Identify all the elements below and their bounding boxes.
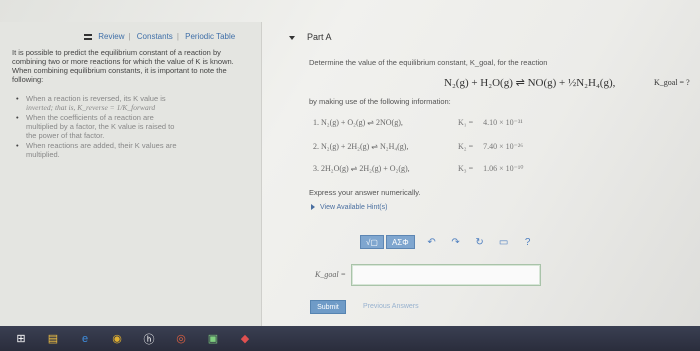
keyboard-icon[interactable]: ▭ bbox=[495, 235, 513, 249]
part-header[interactable]: Part A bbox=[289, 32, 332, 42]
hp-icon[interactable]: ⓗ bbox=[138, 330, 160, 348]
answer-toolbar: √▢ ΑΣΦ ↶ ↷ ↻ ▭ ? bbox=[360, 234, 537, 250]
answer-label: K_goal = bbox=[315, 270, 346, 279]
instruction-text: Express your answer numerically. bbox=[309, 188, 421, 197]
list-icon bbox=[84, 33, 92, 40]
reaction-3: 3. 2H₂O(g) ⇌ 2H₂(g) + O₂(g), bbox=[313, 164, 410, 173]
undo-icon[interactable]: ↶ bbox=[423, 235, 441, 249]
symbols-button[interactable]: ΑΣΦ bbox=[385, 235, 415, 249]
rules-list: When a reaction is reversed, its K value… bbox=[16, 94, 236, 160]
edge-icon[interactable]: e bbox=[74, 330, 96, 348]
answer-input[interactable] bbox=[351, 264, 541, 286]
reaction-1: 1. N₂(g) + O₂(g) ⇌ 2NO(g), bbox=[313, 118, 403, 127]
redo-icon[interactable]: ↷ bbox=[447, 235, 465, 249]
reset-icon[interactable]: ↻ bbox=[471, 235, 489, 249]
goal-equation: N₂(g) + H₂O(g) ⇌ NO(g) + ½N₂H₄(g), bbox=[444, 77, 616, 89]
help-icon[interactable]: ? bbox=[519, 235, 537, 249]
taskbar: ⊞ ▤ e ◉ ⓗ ◎ ▣ ◆ bbox=[0, 326, 700, 351]
file-explorer-icon[interactable]: ▤ bbox=[42, 330, 64, 348]
list-item: When reactions are added, their K values… bbox=[16, 141, 236, 159]
k2-value: K₂ = 7.40 × 10⁻²⁶ bbox=[458, 142, 523, 151]
reaction-2: 2. N₂(g) + 2H₂(g) ⇌ N₂H₄(g), bbox=[313, 142, 409, 151]
goal-k: K_goal = ? bbox=[654, 78, 690, 87]
tab-review[interactable]: Review bbox=[98, 32, 124, 41]
triangle-right-icon bbox=[311, 204, 315, 211]
list-item: When a reaction is reversed, its K value… bbox=[16, 94, 236, 112]
hints-link[interactable]: View Available Hint(s) bbox=[311, 204, 387, 211]
submit-button[interactable]: Submit bbox=[310, 300, 346, 314]
part-title: Part A bbox=[307, 32, 332, 42]
k1-value: K₁ = 4.10 × 10⁻³¹ bbox=[458, 118, 523, 127]
screen: Review | Constants | Periodic Table It is … bbox=[0, 0, 700, 326]
app-icon[interactable]: ◆ bbox=[234, 330, 256, 348]
tab-periodic-table[interactable]: Periodic Table bbox=[185, 32, 235, 41]
k3-value: K₃ = 1.06 × 10⁻¹⁰ bbox=[458, 164, 524, 173]
info-text: by making use of the following informati… bbox=[309, 97, 451, 106]
store-icon[interactable]: ▣ bbox=[202, 330, 224, 348]
tab-constants[interactable]: Constants bbox=[137, 32, 173, 41]
intro-text: It is possible to predict the equilibriu… bbox=[12, 48, 234, 84]
question-text: Determine the value of the equilibrium c… bbox=[309, 58, 548, 67]
camera-icon[interactable]: ◎ bbox=[170, 330, 192, 348]
previous-answers-link[interactable]: Previous Answers bbox=[363, 303, 419, 310]
caret-down-icon bbox=[289, 35, 295, 40]
chrome-icon[interactable]: ◉ bbox=[106, 330, 128, 348]
list-item: When the coefficients of a reaction are … bbox=[16, 113, 236, 140]
templates-button[interactable]: √▢ bbox=[360, 235, 384, 249]
windows-logo-icon[interactable]: ⊞ bbox=[10, 330, 32, 348]
reference-panel: Review | Constants | Periodic Table It is … bbox=[0, 22, 262, 326]
panel-tabs: Review | Constants | Periodic Table bbox=[84, 32, 235, 41]
